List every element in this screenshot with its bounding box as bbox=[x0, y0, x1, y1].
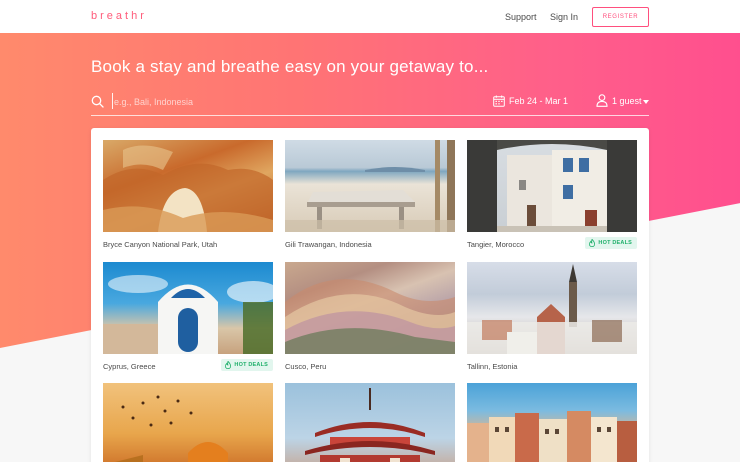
canyon-arch-photo bbox=[103, 145, 273, 232]
colorful-houses-photo bbox=[467, 411, 637, 462]
pagoda-photo bbox=[305, 388, 435, 462]
destination-photo[interactable] bbox=[285, 140, 455, 232]
alley-photo bbox=[467, 140, 637, 232]
user-icon[interactable] bbox=[596, 94, 608, 107]
destination-tile[interactable] bbox=[285, 383, 455, 462]
birds-temple-photo bbox=[115, 395, 228, 462]
destination-name: Tallinn, Estonia bbox=[467, 362, 518, 371]
search-icon bbox=[91, 95, 104, 108]
hero-headline: Book a stay and breathe easy on your get… bbox=[91, 57, 489, 76]
destination-tile[interactable] bbox=[467, 383, 637, 462]
text-cursor bbox=[112, 93, 113, 109]
destination-photo[interactable] bbox=[285, 262, 455, 354]
destination-photo[interactable] bbox=[467, 262, 637, 354]
beach-table-photo bbox=[285, 140, 455, 232]
chevron-down-icon[interactable] bbox=[643, 100, 649, 104]
destination-tile[interactable]: Cusco, Peru bbox=[285, 262, 455, 371]
destination-photo[interactable] bbox=[103, 383, 273, 462]
destination-name: Tangier, Morocco bbox=[467, 240, 525, 249]
date-range[interactable]: Feb 24 - Mar 1 bbox=[509, 96, 568, 106]
destination-tile[interactable]: Gili Trawangan, Indonesia bbox=[285, 140, 455, 249]
register-button[interactable]: REGISTER bbox=[592, 7, 649, 27]
destination-tile[interactable] bbox=[103, 383, 273, 462]
guest-selector[interactable]: 1 guest bbox=[612, 96, 642, 106]
badge-label: HOT DEALS bbox=[598, 240, 632, 246]
destination-tile[interactable]: Tallinn, Estonia bbox=[467, 262, 637, 371]
search-bar: Feb 24 - Mar 1 1 guest bbox=[91, 90, 649, 116]
destination-photo[interactable] bbox=[103, 140, 273, 232]
snowy-old-town-photo bbox=[467, 264, 637, 354]
destination-tile[interactable]: Cyprus, Greece HOT DEALS bbox=[103, 262, 273, 371]
destination-name: Gili Trawangan, Indonesia bbox=[285, 240, 372, 249]
hot-deals-badge: HOT DEALS bbox=[585, 237, 637, 249]
destination-search-input[interactable] bbox=[114, 93, 414, 110]
destination-tile[interactable]: Bryce Canyon National Park, Utah bbox=[103, 140, 273, 249]
destination-photo[interactable] bbox=[467, 383, 637, 462]
rainbow-mountain-photo bbox=[285, 279, 455, 354]
destinations-card: Bryce Canyon National Park, Utah Gili Tr… bbox=[91, 128, 649, 462]
destination-photo[interactable] bbox=[285, 383, 455, 462]
destination-photo[interactable] bbox=[467, 140, 637, 232]
top-navigation-bar: breathr Support Sign In REGISTER bbox=[0, 0, 740, 33]
flame-icon bbox=[589, 239, 596, 247]
support-link[interactable]: Support bbox=[505, 12, 537, 22]
hot-deals-badge: HOT DEALS bbox=[221, 359, 273, 371]
destination-name: Cyprus, Greece bbox=[103, 362, 156, 371]
destination-tile[interactable]: Tangier, Morocco HOT DEALS bbox=[467, 140, 637, 249]
sign-in-link[interactable]: Sign In bbox=[550, 12, 578, 22]
chapel-photo bbox=[103, 275, 273, 354]
destination-name: Cusco, Peru bbox=[285, 362, 327, 371]
logo[interactable]: breathr bbox=[91, 10, 147, 22]
badge-label: HOT DEALS bbox=[234, 362, 268, 368]
destination-photo[interactable] bbox=[103, 262, 273, 354]
calendar-icon[interactable] bbox=[493, 95, 505, 107]
flame-icon bbox=[225, 361, 232, 369]
destination-name: Bryce Canyon National Park, Utah bbox=[103, 240, 218, 249]
